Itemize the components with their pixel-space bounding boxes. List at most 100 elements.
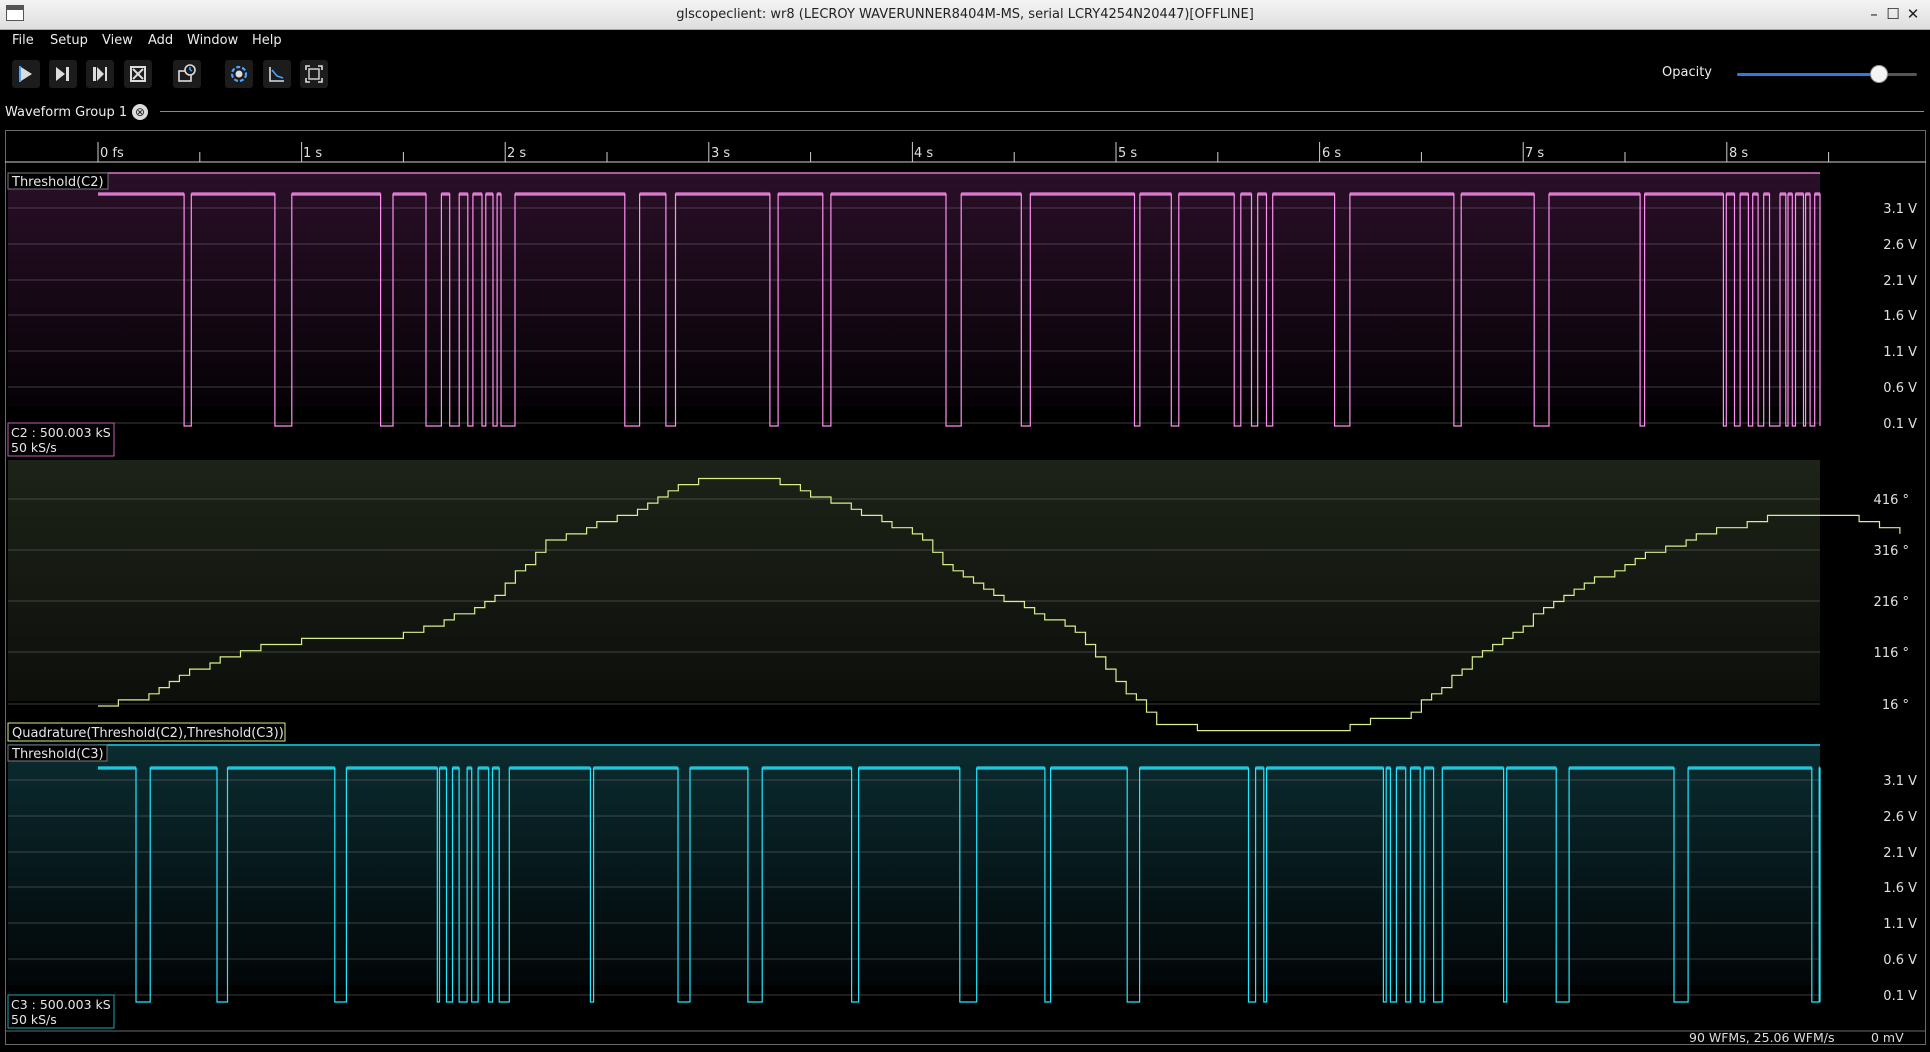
c2-ytick-3: 1.6 V [1883,309,1917,324]
c3-high-level-band [690,766,748,770]
c3-ytick-0: 3.1 V [1883,774,1917,789]
skip-icon [93,67,107,81]
c2-info-samples: C2 : 500.003 kS [11,425,111,440]
c3-high-level-band [1424,766,1434,770]
c3-ytick-3: 1.6 V [1883,881,1917,896]
tab-divider [160,111,1924,112]
history-clock-icon [178,64,196,82]
c2-ytick-2: 2.1 V [1883,274,1917,289]
c3-high-level-band [98,766,136,770]
time-axis[interactable]: 0 fs 1 s 2 s 3 s 4 s 5 s 6 s 7 s 8 s [5,142,1926,163]
c2-high-level-band [1257,192,1267,196]
maximize-button[interactable]: ☐ [1883,4,1903,24]
opacity-slider-fill [1737,73,1879,76]
menu-bar: File Setup View Add Window Help [0,30,1930,52]
c2-high-level-band [1272,192,1335,196]
quadrature-waveform-panel[interactable]: Quadrature(Threshold(C2),Threshold(C3)) … [7,460,1909,742]
c2-high-level-band [393,192,427,196]
c2-high-level-band [1549,192,1641,196]
c2-high-level-band [1763,192,1770,196]
c2-high-level-band [459,192,468,196]
refresh-settings-button[interactable] [225,60,253,88]
quad-ytick-4: 16 ° [1882,698,1909,713]
play-icon [19,66,32,82]
c2-high-level-band [1139,192,1172,196]
c2-high-level-band [485,192,493,196]
c2-high-level-band [497,192,501,196]
c2-ytick-6: 0.1 V [1883,417,1917,432]
quad-ytick-0: 416 ° [1874,493,1909,508]
stop-trigger-button[interactable] [124,60,152,88]
menu-view[interactable]: View [102,33,133,48]
c2-high-level-band [830,192,946,196]
time-tick-label-5: 5 s [1118,146,1137,161]
menu-window[interactable]: Window [187,33,238,48]
close-button[interactable]: ✕ [1903,4,1923,24]
force-trigger-button[interactable] [86,60,114,88]
c3-high-level-band [1569,766,1675,770]
c2-high-level-band [778,192,823,196]
c2-high-level-band [1805,192,1811,196]
time-tick-label-4: 4 s [914,146,933,161]
waveform-canvas[interactable]: 0 fs 1 s 2 s 3 s 4 s 5 s 6 s 7 s 8 s Thr… [5,130,1926,1045]
c2-y-axis[interactable]: 3.1 V 2.6 V 2.1 V 1.6 V 1.1 V 0.6 V 0.1 … [1883,202,1917,432]
single-trigger-button[interactable] [49,60,77,88]
tab-row: Waveform Group 1 ⊗ [0,97,1930,127]
c2-high-level-band [639,192,666,196]
opacity-slider[interactable] [1737,64,1917,84]
c3-high-level-band [467,766,472,770]
time-tick-label-2: 2 s [507,146,526,161]
c2-high-level-band [1788,192,1793,196]
step-icon [56,67,69,81]
menu-file[interactable]: File [12,33,34,48]
toolbar [0,52,1930,96]
fullscreen-button[interactable] [300,60,328,88]
c2-high-level-band [1461,192,1535,196]
c2-ytick-1: 2.6 V [1883,238,1917,253]
opacity-slider-handle[interactable] [1869,65,1888,83]
c3-y-axis[interactable]: 3.1 V 2.6 V 2.1 V 1.6 V 1.1 V 0.6 V 0.1 … [1883,774,1917,1004]
c2-high-level-band [291,192,381,196]
c3-high-level-band [492,766,500,770]
c3-high-level-band [1050,766,1128,770]
c2-high-level-band [1814,192,1820,196]
fullscreen-icon [305,65,323,83]
c3-info-rate: 50 kS/s [11,1012,57,1027]
c3-ytick-1: 2.6 V [1883,810,1917,825]
c3-high-level-band [1819,766,1820,770]
c3-high-level-band [1386,766,1391,770]
c3-waveform-panel[interactable]: Threshold(C3) C3 : 500.003 kS 50 kS/s 3.… [7,744,1917,1029]
c2-high-level-band [472,192,483,196]
history-button[interactable] [173,60,201,88]
start-trigger-button[interactable] [12,60,40,88]
c2-high-level-band [1795,192,1804,196]
c2-high-level-band [1030,192,1135,196]
menu-help[interactable]: Help [252,33,282,48]
c2-high-level-band [1349,192,1454,196]
c3-high-level-band [1255,766,1264,770]
quad-ytick-2: 216 ° [1874,595,1909,610]
time-tick-label-0: 0 fs [100,146,124,161]
tab-label: Waveform Group 1 [5,105,128,120]
c3-high-level-band [1266,766,1384,770]
c3-ytick-2: 2.1 V [1883,846,1917,861]
menu-add[interactable]: Add [148,33,173,48]
c3-high-level-band [346,766,438,770]
c2-high-level-band [1740,192,1749,196]
c2-high-level-band [514,192,625,196]
c2-ytick-5: 0.6 V [1883,381,1917,396]
menu-setup[interactable]: Setup [50,33,88,48]
quadrature-y-axis[interactable]: 416 ° 316 ° 216 ° 116 ° 16 ° [1874,493,1909,713]
title-bar: glscopeclient: wr8 (LECROY WAVERUNNER840… [0,0,1930,30]
minimize-button[interactable]: – [1864,4,1884,24]
c2-ytick-4: 1.1 V [1883,345,1917,360]
time-tick-label-8: 8 s [1729,146,1748,161]
tab-waveform-group-1[interactable]: Waveform Group 1 ⊗ [0,99,160,125]
c3-high-level-band [1139,766,1249,770]
c2-waveform-panel[interactable]: Threshold(C2) C2 : 500.003 kS 50 kS/s 3.… [7,172,1917,457]
tab-close-icon[interactable]: ⊗ [132,104,148,120]
c2-high-level-band [441,192,450,196]
stop-icon [130,66,146,82]
c2-high-level-band [961,192,1022,196]
graph-editor-button[interactable] [263,60,291,88]
